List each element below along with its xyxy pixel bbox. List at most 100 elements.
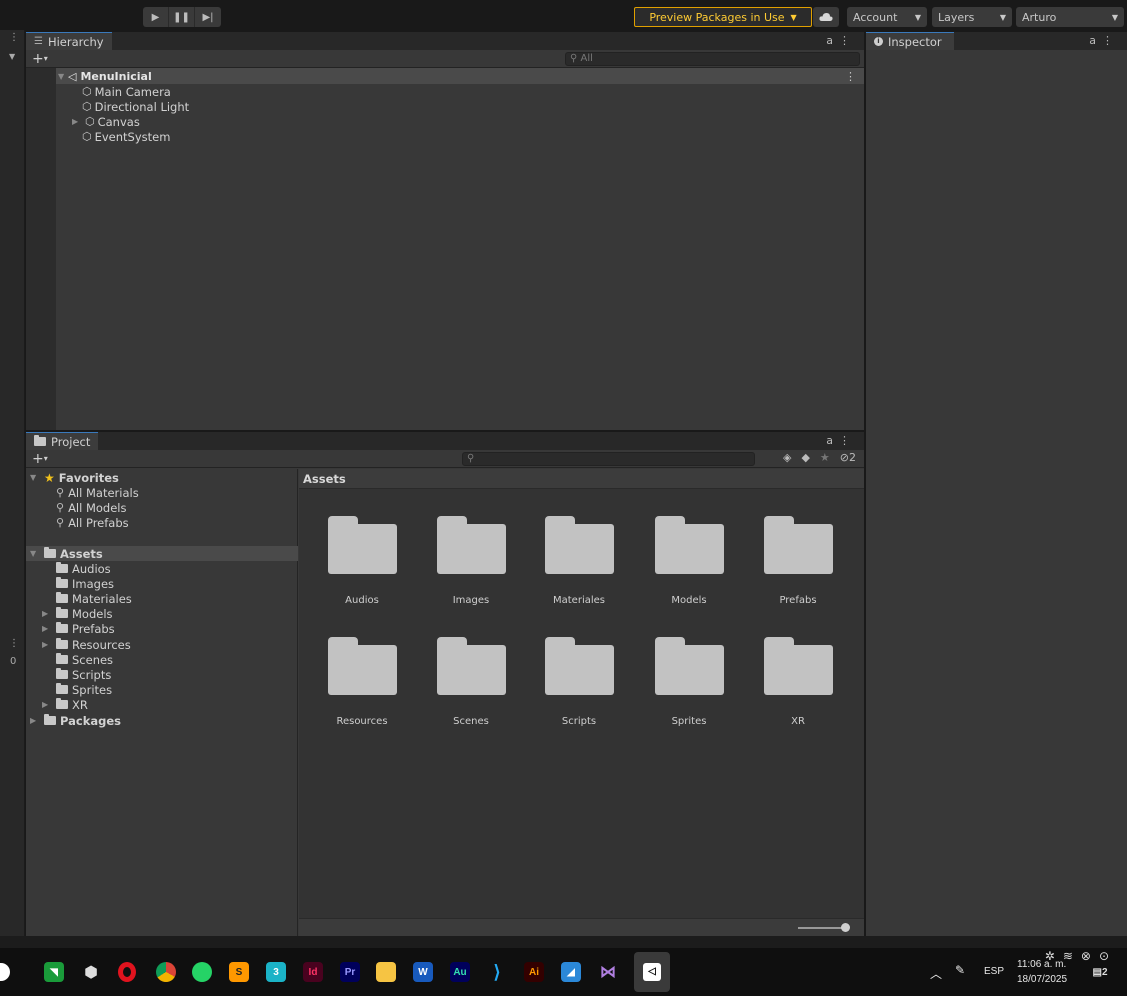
lock-icon[interactable]: a bbox=[826, 34, 839, 47]
whatsapp-icon[interactable] bbox=[192, 962, 212, 982]
opera-icon[interactable] bbox=[117, 962, 137, 982]
folder-item[interactable]: Sprites bbox=[56, 682, 112, 697]
asset-folder[interactable]: Scripts bbox=[529, 637, 629, 737]
asset-folder[interactable]: XR bbox=[748, 637, 848, 737]
asset-folder[interactable]: Resources bbox=[312, 637, 412, 737]
check-circle-icon[interactable]: ⊙ bbox=[1099, 949, 1117, 963]
hierarchy-item[interactable]: ▶ ⬡ Canvas bbox=[72, 114, 140, 129]
cloud-button[interactable] bbox=[813, 7, 839, 27]
tab-hierarchy[interactable]: ☰ Hierarchy bbox=[26, 32, 112, 50]
favorite-item[interactable]: ⚲ All Materials bbox=[56, 485, 139, 500]
expand-arrow-icon[interactable]: ▶ bbox=[42, 700, 52, 709]
folder-item[interactable]: Scripts bbox=[56, 667, 111, 682]
packages-row[interactable]: ▶ Packages bbox=[30, 713, 121, 728]
folder-item[interactable]: Audios bbox=[56, 561, 111, 576]
vscode-icon[interactable]: ⟩ bbox=[487, 962, 507, 982]
plus-icon: + bbox=[32, 451, 44, 467]
pen-icon[interactable]: ✎ bbox=[955, 963, 965, 977]
audition-icon[interactable]: Au bbox=[450, 962, 470, 982]
asset-folder[interactable]: Scenes bbox=[421, 637, 521, 737]
asset-folder[interactable]: Models bbox=[639, 516, 739, 616]
search-by-label-icon[interactable]: ◆ bbox=[801, 451, 809, 464]
favorite-item[interactable]: ⚲ All Prefabs bbox=[56, 515, 129, 530]
search-by-type-icon[interactable]: ◈ bbox=[783, 451, 791, 464]
visual-studio-icon[interactable]: ⋈ bbox=[598, 962, 618, 982]
expand-arrow-icon[interactable]: ▼ bbox=[58, 72, 68, 81]
network-icon[interactable]: ⊗ bbox=[1081, 949, 1099, 963]
hierarchy-item[interactable]: ⬡ Directional Light bbox=[82, 99, 189, 114]
chevron-down-icon[interactable]: ▼ bbox=[9, 52, 15, 61]
kebab-menu-icon[interactable]: ⋮ bbox=[845, 70, 856, 83]
favorite-item[interactable]: ⚲ All Models bbox=[56, 500, 127, 515]
assets-row[interactable]: ▼ Assets bbox=[26, 546, 298, 561]
premiere-pro-icon[interactable]: Pr bbox=[340, 962, 360, 982]
taskbar-app-partial[interactable] bbox=[0, 963, 10, 981]
hierarchy-item[interactable]: ⬡ Main Camera bbox=[82, 84, 171, 99]
layers-dropdown[interactable]: Layers ▼ bbox=[932, 7, 1012, 27]
expand-arrow-icon[interactable]: ▶ bbox=[42, 640, 52, 649]
folder-item[interactable]: Materiales bbox=[56, 591, 132, 606]
illustrator-icon[interactable]: Ai bbox=[524, 962, 544, 982]
folder-item[interactable]: Scenes bbox=[56, 652, 113, 667]
photos-icon[interactable]: ◢ bbox=[561, 962, 581, 982]
hierarchy-item[interactable]: ⬡ EventSystem bbox=[82, 129, 170, 144]
chrome-icon[interactable] bbox=[156, 962, 176, 982]
sublime-text-icon[interactable]: S bbox=[229, 962, 249, 982]
clock-date[interactable]: 18/07/2025 bbox=[1017, 974, 1067, 985]
step-button[interactable]: ▶| bbox=[195, 7, 221, 27]
kebab-menu-icon[interactable]: ⋮ bbox=[1102, 34, 1119, 47]
asset-folder[interactable]: Audios bbox=[312, 516, 412, 616]
favorites-row[interactable]: ▼ ★ Favorites bbox=[30, 470, 119, 485]
folder-item[interactable]: ▶ Prefabs bbox=[42, 621, 115, 636]
kebab-menu-icon[interactable]: ⋮ bbox=[839, 434, 856, 447]
folder-item[interactable]: ▶ Models bbox=[42, 606, 113, 621]
layout-dropdown[interactable]: Arturo ▼ bbox=[1016, 7, 1124, 27]
expand-arrow-icon[interactable]: ▶ bbox=[42, 624, 52, 633]
account-dropdown[interactable]: Account ▼ bbox=[847, 7, 927, 27]
asset-folder[interactable]: Prefabs bbox=[748, 516, 848, 616]
expand-arrow-icon[interactable]: ▶ bbox=[72, 117, 82, 126]
create-button[interactable]: +▾ bbox=[32, 50, 48, 68]
expand-arrow-icon[interactable]: ▶ bbox=[30, 716, 40, 725]
kebab-menu-icon[interactable]: ⋮ bbox=[9, 32, 19, 43]
indesign-icon[interactable]: Id bbox=[303, 962, 323, 982]
unity-taskbar-button[interactable]: ◁ bbox=[634, 952, 670, 992]
app-3-icon[interactable]: 3 bbox=[266, 962, 286, 982]
language-indicator[interactable]: ESP bbox=[984, 966, 1004, 977]
unity-hub-icon[interactable]: ⬢ bbox=[81, 962, 101, 982]
folder-icon bbox=[56, 607, 68, 618]
notifications-button[interactable]: ▤ 2 bbox=[1090, 962, 1110, 982]
project-search-input[interactable]: ⚲ bbox=[462, 452, 755, 466]
show-hidden-icons-chevron-icon[interactable]: ︿ bbox=[930, 965, 942, 982]
create-button[interactable]: +▾ bbox=[32, 450, 48, 468]
expand-arrow-icon[interactable]: ▼ bbox=[30, 473, 40, 482]
kebab-menu-icon[interactable]: ⋮ bbox=[9, 638, 19, 649]
lock-icon[interactable]: a bbox=[826, 434, 839, 447]
zoom-slider-track[interactable] bbox=[798, 927, 846, 929]
folder-item[interactable]: Images bbox=[56, 576, 114, 591]
folder-item[interactable]: ▶ XR bbox=[42, 697, 88, 712]
folder-item[interactable]: ▶ Resources bbox=[42, 637, 131, 652]
tab-project[interactable]: Project bbox=[26, 432, 99, 450]
tab-inspector[interactable]: i Inspector bbox=[866, 32, 954, 50]
hierarchy-search-input[interactable]: ⚲ All bbox=[565, 52, 860, 66]
pause-button[interactable]: ❚❚ bbox=[169, 7, 195, 27]
file-explorer-icon[interactable] bbox=[376, 962, 396, 982]
hidden-packages-button[interactable]: ⊘2 bbox=[840, 451, 856, 464]
scene-row[interactable]: ▼ ◁ MenuInicial ⋮ bbox=[56, 68, 864, 84]
preview-packages-button[interactable]: Preview Packages in Use ▼ bbox=[634, 7, 812, 27]
camtasia-icon[interactable]: ◥ bbox=[44, 962, 64, 982]
play-button[interactable]: ▶ bbox=[143, 7, 169, 27]
expand-arrow-icon[interactable]: ▶ bbox=[42, 609, 52, 618]
clock-time[interactable]: 11:06 a. m. bbox=[1017, 959, 1066, 970]
asset-folder[interactable]: Images bbox=[421, 516, 521, 616]
word-icon[interactable]: W bbox=[413, 962, 433, 982]
zoom-slider-handle[interactable] bbox=[841, 923, 850, 932]
favorite-star-icon[interactable]: ★ bbox=[820, 451, 830, 464]
asset-folder[interactable]: Sprites bbox=[639, 637, 739, 737]
breadcrumb[interactable]: Assets bbox=[299, 469, 864, 489]
lock-icon[interactable]: a bbox=[1089, 34, 1102, 47]
asset-folder[interactable]: Materiales bbox=[529, 516, 629, 616]
kebab-menu-icon[interactable]: ⋮ bbox=[839, 34, 856, 47]
expand-arrow-icon[interactable]: ▼ bbox=[30, 549, 40, 558]
